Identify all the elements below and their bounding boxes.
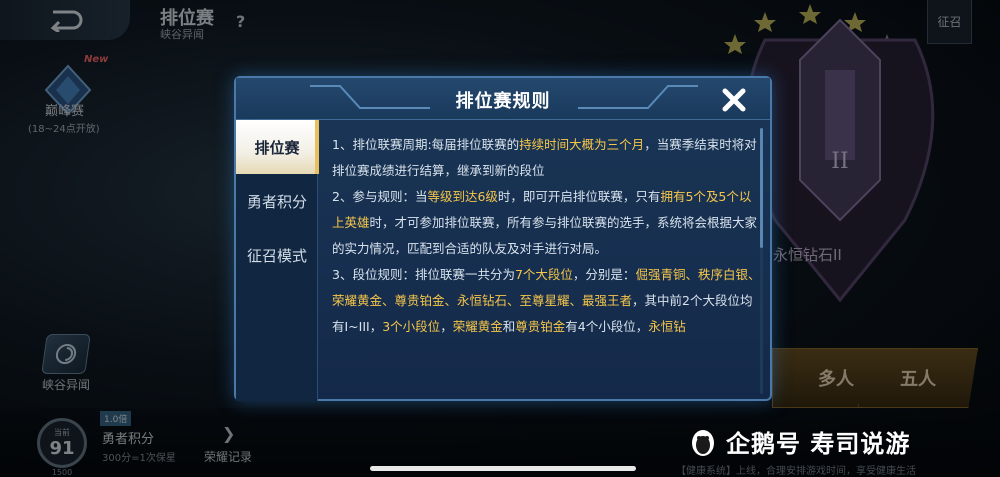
dialog-title: 排位赛规则 — [455, 91, 551, 112]
rule-text: 2、参与规则：当 — [332, 189, 428, 204]
close-icon — [722, 88, 746, 112]
rule-paragraph: 2、参与规则：当等级到达6级时，即可开启排位联赛，只有拥有5个及5个以上英雄时，… — [332, 184, 762, 262]
tab-ranked[interactable]: 排位赛 — [236, 120, 319, 174]
dialog-header: 排位赛规则 — [236, 78, 770, 120]
tab-valor-points[interactable]: 勇者积分 — [236, 174, 318, 228]
rule-text: 时，才可参加排位联赛，所有参与排位联赛的选手，系统将会根据大家的实力情况，匹配到… — [332, 215, 758, 256]
rule-text: ，分别是： — [572, 267, 636, 282]
home-indicator[interactable] — [370, 466, 636, 471]
rule-highlight: 3个小段位 — [382, 319, 441, 334]
rules-scrollbar[interactable] — [760, 128, 763, 394]
rule-highlight: 尊贵铂金 — [515, 319, 566, 334]
rule-text: 时，即可开启排位联赛，只有 — [497, 189, 661, 204]
tab-draft-mode[interactable]: 征召模式 — [236, 228, 318, 282]
rule-highlight: 持续时间大概为三个月 — [519, 137, 645, 152]
rule-highlight: 荣耀黄金 — [452, 319, 503, 334]
rules-tab-list: 排位赛 勇者积分 征召模式 — [236, 120, 319, 401]
rule-paragraph: 3、段位规则：排位联赛一共分为7个大段位，分别是：倔强青铜、秩序白银、荣耀黄金、… — [332, 262, 762, 340]
rule-text: 3、段位规则：排位联赛一共分为 — [332, 267, 515, 282]
rule-highlight: 永恒钻 — [648, 319, 686, 334]
rule-text: 1、排位联赛周期:每届排位联赛的 — [332, 137, 520, 152]
rules-dialog: 排位赛规则 排位赛 勇者积分 征召模式 1、排位联赛周期:每届排位联赛的持续时间… — [234, 76, 772, 401]
rules-content[interactable]: 1、排位联赛周期:每届排位联赛的持续时间大概为三个月，当赛季结束时将对排位赛成绩… — [332, 132, 762, 398]
rule-paragraph: 1、排位联赛周期:每届排位联赛的持续时间大概为三个月，当赛季结束时将对排位赛成绩… — [332, 132, 762, 184]
scrollbar-thumb[interactable] — [760, 128, 763, 248]
rule-highlight: 等级到达6级 — [427, 189, 498, 204]
rule-text: 有4个小段位， — [565, 319, 649, 334]
rule-text: ， — [440, 319, 453, 334]
close-button[interactable] — [716, 82, 752, 118]
watermark-text: 企鹅号 寿司说游 — [726, 430, 911, 458]
penguin-logo-icon — [692, 429, 714, 456]
rule-highlight: 7个大段位 — [514, 267, 573, 282]
rule-text: 和 — [502, 319, 516, 334]
watermark: 企鹅号 寿司说游 — [688, 424, 910, 459]
